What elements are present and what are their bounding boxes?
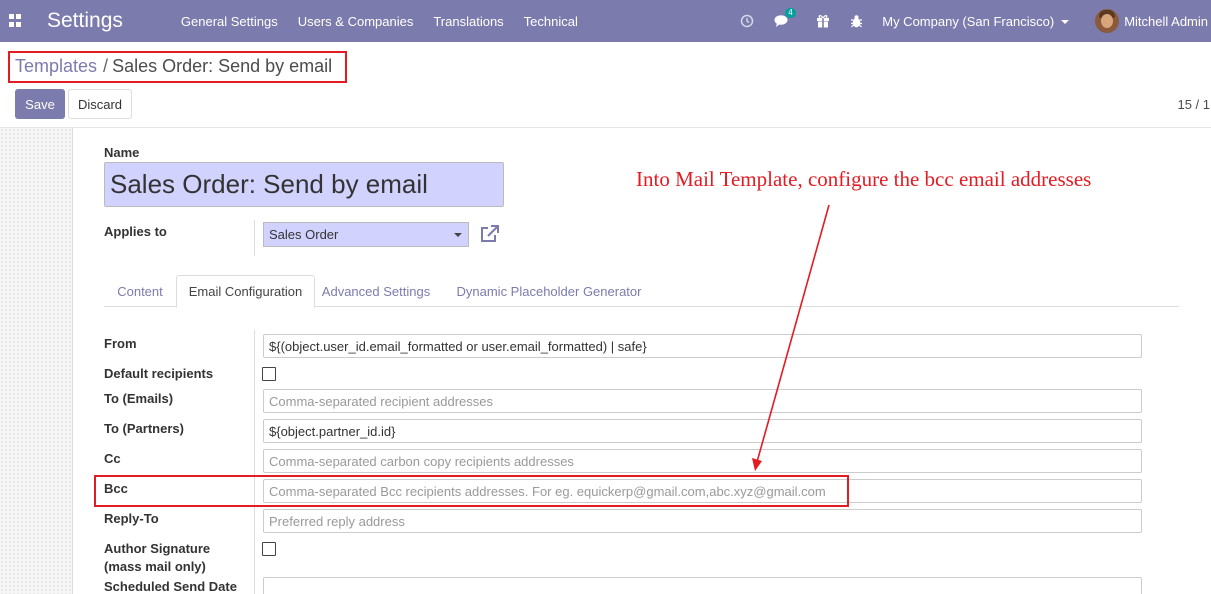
main-menu: General Settings Users & Companies Trans… (181, 14, 598, 29)
gift-icon[interactable] (815, 13, 831, 29)
user-name[interactable]: Mitchell Admin (1124, 14, 1208, 29)
avatar[interactable] (1095, 9, 1120, 33)
default-recipients-label: Default recipients (104, 366, 214, 381)
systray: 4 My Company (San Francisco) Mitchell Ad… (739, 0, 1211, 42)
chat-icon[interactable]: 4 (774, 8, 796, 29)
external-link-icon[interactable] (479, 224, 501, 244)
cc-label: Cc (104, 451, 121, 466)
bcc-highlight-box (94, 475, 849, 507)
menu-translations[interactable]: Translations (433, 14, 503, 29)
tab-dynamic-placeholder-generator[interactable]: Dynamic Placeholder Generator (449, 275, 649, 307)
tab-content[interactable]: Content (104, 275, 176, 307)
top-navbar: Settings General Settings Users & Compan… (0, 0, 1211, 42)
applies-to-select[interactable]: Sales Order (263, 222, 469, 247)
pager-value[interactable]: 15 / 1 (1177, 97, 1210, 112)
author-signature-label-line-2: (mass mail only) (104, 559, 206, 574)
clock-icon[interactable] (739, 13, 755, 29)
discard-button[interactable]: Discard (68, 89, 132, 119)
to-emails-field[interactable]: Comma-separated recipient addresses (263, 389, 1142, 413)
breadcrumb-highlight-box (8, 51, 347, 83)
from-label: From (104, 336, 137, 351)
tab-email-configuration[interactable]: Email Configuration (176, 275, 315, 308)
tab-advanced-settings[interactable]: Advanced Settings (315, 275, 437, 307)
default-recipients-checkbox[interactable] (262, 367, 276, 381)
reply-to-label: Reply-To (104, 511, 159, 526)
app-title[interactable]: Settings (47, 9, 123, 33)
applies-to-label: Applies to (104, 224, 167, 239)
form-tabs: Content Email Configuration Advanced Set… (104, 275, 1179, 308)
from-field[interactable]: ${(object.user_id.email_formatted or use… (263, 334, 1142, 358)
name-label: Name (104, 145, 140, 160)
chat-badge: 4 (785, 8, 796, 18)
chevron-down-icon (454, 233, 462, 237)
annotation-text: Into Mail Template, configure the bcc em… (636, 167, 1092, 191)
apps-menu-icon[interactable] (9, 14, 23, 28)
label-divider (254, 330, 255, 594)
author-signature-checkbox[interactable] (262, 542, 276, 556)
menu-technical[interactable]: Technical (524, 14, 578, 29)
company-switcher[interactable]: My Company (San Francisco) (882, 13, 1070, 29)
to-partners-field[interactable]: ${object.partner_id.id} (263, 419, 1142, 443)
applies-to-value: Sales Order (269, 227, 339, 242)
to-emails-label: To (Emails) (104, 391, 174, 406)
scheduled-send-date-label: Scheduled Send Date (104, 579, 237, 594)
scheduled-send-date-field[interactable] (263, 577, 1142, 594)
company-name: My Company (San Francisco) (882, 13, 1055, 29)
author-signature-label-line-1: Author Signature (104, 541, 211, 556)
label-divider (254, 220, 255, 256)
bug-icon[interactable] (848, 13, 864, 29)
menu-general-settings[interactable]: General Settings (181, 14, 278, 29)
author-signature-label: Author Signature (mass mail only) (104, 541, 210, 574)
name-input[interactable]: Sales Order: Send by email (104, 162, 504, 207)
save-button[interactable]: Save (15, 89, 65, 119)
cc-field[interactable]: Comma-separated carbon copy recipients a… (263, 449, 1142, 473)
menu-users-companies[interactable]: Users & Companies (298, 14, 414, 29)
to-partners-label: To (Partners) (104, 421, 184, 436)
reply-to-field[interactable]: Preferred reply address (263, 509, 1142, 533)
chevron-down-icon (1061, 20, 1070, 25)
